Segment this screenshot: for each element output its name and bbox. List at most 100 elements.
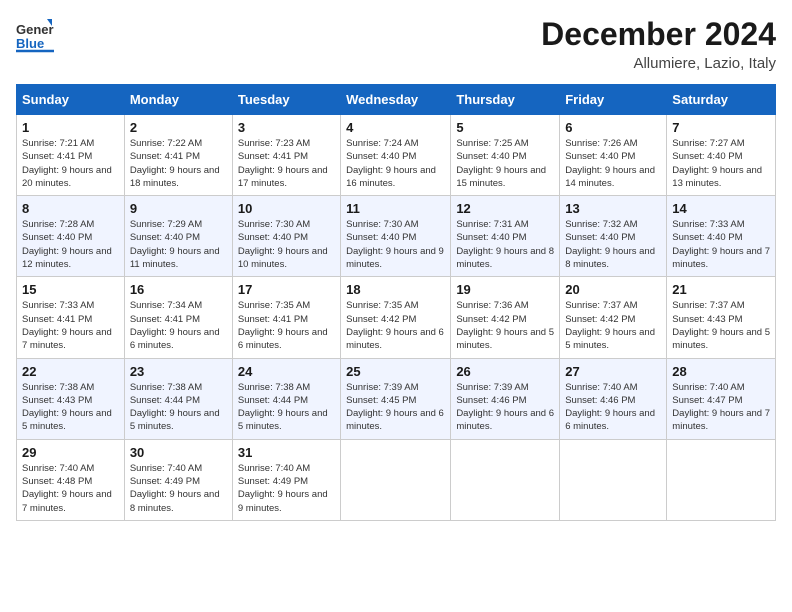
week-row-3: 15 Sunrise: 7:33 AMSunset: 4:41 PMDayligh… xyxy=(17,277,776,358)
day-info: Sunrise: 7:37 AMSunset: 4:43 PMDaylight:… xyxy=(672,299,770,352)
calendar-cell: 7 Sunrise: 7:27 AMSunset: 4:40 PMDaylight… xyxy=(667,115,776,196)
day-info: Sunrise: 7:40 AMSunset: 4:47 PMDaylight:… xyxy=(672,381,770,434)
weekday-header-wednesday: Wednesday xyxy=(341,85,451,115)
day-info: Sunrise: 7:33 AMSunset: 4:41 PMDaylight:… xyxy=(22,299,119,352)
day-info: Sunrise: 7:33 AMSunset: 4:40 PMDaylight:… xyxy=(672,218,770,271)
logo-icon: General Blue xyxy=(16,16,54,54)
calendar-cell: 15 Sunrise: 7:33 AMSunset: 4:41 PMDayligh… xyxy=(17,277,125,358)
day-number: 6 xyxy=(565,120,661,135)
day-info: Sunrise: 7:40 AMSunset: 4:49 PMDaylight:… xyxy=(238,462,335,515)
day-info: Sunrise: 7:31 AMSunset: 4:40 PMDaylight:… xyxy=(456,218,554,271)
calendar-cell: 14 Sunrise: 7:33 AMSunset: 4:40 PMDayligh… xyxy=(667,196,776,277)
calendar-cell: 22 Sunrise: 7:38 AMSunset: 4:43 PMDayligh… xyxy=(17,358,125,439)
day-number: 25 xyxy=(346,364,445,379)
week-row-5: 29 Sunrise: 7:40 AMSunset: 4:48 PMDayligh… xyxy=(17,439,776,520)
calendar-cell: 29 Sunrise: 7:40 AMSunset: 4:48 PMDayligh… xyxy=(17,439,125,520)
day-number: 30 xyxy=(130,445,227,460)
day-number: 10 xyxy=(238,201,335,216)
day-info: Sunrise: 7:30 AMSunset: 4:40 PMDaylight:… xyxy=(346,218,445,271)
day-info: Sunrise: 7:38 AMSunset: 4:43 PMDaylight:… xyxy=(22,381,119,434)
day-info: Sunrise: 7:40 AMSunset: 4:49 PMDaylight:… xyxy=(130,462,227,515)
day-info: Sunrise: 7:40 AMSunset: 4:48 PMDaylight:… xyxy=(22,462,119,515)
calendar-cell: 20Sunrise: 7:37 AMSunset: 4:42 PMDayligh… xyxy=(560,277,667,358)
weekday-header-tuesday: Tuesday xyxy=(232,85,340,115)
calendar-cell: 13 Sunrise: 7:32 AMSunset: 4:40 PMDayligh… xyxy=(560,196,667,277)
day-number: 5 xyxy=(456,120,554,135)
calendar-cell: 25 Sunrise: 7:39 AMSunset: 4:45 PMDayligh… xyxy=(341,358,451,439)
day-number: 1 xyxy=(22,120,119,135)
day-info: Sunrise: 7:23 AMSunset: 4:41 PMDaylight:… xyxy=(238,137,335,190)
day-info: Sunrise: 7:37 AMSunset: 4:42 PMDaylight:… xyxy=(565,299,661,352)
day-number: 8 xyxy=(22,201,119,216)
calendar-cell: 31 Sunrise: 7:40 AMSunset: 4:49 PMDayligh… xyxy=(232,439,340,520)
day-number: 4 xyxy=(346,120,445,135)
weekday-header-row: SundayMondayTuesdayWednesdayThursdayFrid… xyxy=(17,85,776,115)
calendar-cell: 16Sunrise: 7:34 AMSunset: 4:41 PMDayligh… xyxy=(124,277,232,358)
svg-text:Blue: Blue xyxy=(16,36,44,51)
day-info: Sunrise: 7:24 AMSunset: 4:40 PMDaylight:… xyxy=(346,137,445,190)
day-info: Sunrise: 7:34 AMSunset: 4:41 PMDaylight:… xyxy=(130,299,227,352)
calendar-cell: 2 Sunrise: 7:22 AMSunset: 4:41 PMDaylight… xyxy=(124,115,232,196)
day-number: 15 xyxy=(22,282,119,297)
calendar-cell: 17 Sunrise: 7:35 AMSunset: 4:41 PMDayligh… xyxy=(232,277,340,358)
title-block: December 2024 Allumiere, Lazio, Italy xyxy=(541,16,776,72)
day-number: 2 xyxy=(130,120,227,135)
day-number: 17 xyxy=(238,282,335,297)
day-info: Sunrise: 7:38 AMSunset: 4:44 PMDaylight:… xyxy=(238,381,335,434)
calendar-cell xyxy=(667,439,776,520)
weekday-header-sunday: Sunday xyxy=(17,85,125,115)
weekday-header-friday: Friday xyxy=(560,85,667,115)
day-number: 27 xyxy=(565,364,661,379)
day-number: 13 xyxy=(565,201,661,216)
day-number: 7 xyxy=(672,120,770,135)
day-info: Sunrise: 7:38 AMSunset: 4:44 PMDaylight:… xyxy=(130,381,227,434)
calendar-cell xyxy=(451,439,560,520)
day-info: Sunrise: 7:40 AMSunset: 4:46 PMDaylight:… xyxy=(565,381,661,434)
location: Allumiere, Lazio, Italy xyxy=(541,55,776,72)
calendar-cell: 12Sunrise: 7:31 AMSunset: 4:40 PMDayligh… xyxy=(451,196,560,277)
day-info: Sunrise: 7:25 AMSunset: 4:40 PMDaylight:… xyxy=(456,137,554,190)
day-number: 22 xyxy=(22,364,119,379)
day-number: 29 xyxy=(22,445,119,460)
calendar-cell: 1 Sunrise: 7:21 AMSunset: 4:41 PMDaylight… xyxy=(17,115,125,196)
day-number: 31 xyxy=(238,445,335,460)
page-header: General Blue December 2024 Allumiere, La… xyxy=(16,16,776,72)
day-info: Sunrise: 7:21 AMSunset: 4:41 PMDaylight:… xyxy=(22,137,119,190)
day-number: 26 xyxy=(456,364,554,379)
week-row-1: 1 Sunrise: 7:21 AMSunset: 4:41 PMDaylight… xyxy=(17,115,776,196)
calendar-cell: 26Sunrise: 7:39 AMSunset: 4:46 PMDayligh… xyxy=(451,358,560,439)
week-row-4: 22 Sunrise: 7:38 AMSunset: 4:43 PMDayligh… xyxy=(17,358,776,439)
calendar-cell xyxy=(341,439,451,520)
day-info: Sunrise: 7:36 AMSunset: 4:42 PMDaylight:… xyxy=(456,299,554,352)
weekday-header-saturday: Saturday xyxy=(667,85,776,115)
day-info: Sunrise: 7:22 AMSunset: 4:41 PMDaylight:… xyxy=(130,137,227,190)
calendar-cell: 5 Sunrise: 7:25 AMSunset: 4:40 PMDaylight… xyxy=(451,115,560,196)
day-info: Sunrise: 7:30 AMSunset: 4:40 PMDaylight:… xyxy=(238,218,335,271)
day-info: Sunrise: 7:39 AMSunset: 4:45 PMDaylight:… xyxy=(346,381,445,434)
day-info: Sunrise: 7:26 AMSunset: 4:40 PMDaylight:… xyxy=(565,137,661,190)
day-number: 9 xyxy=(130,201,227,216)
calendar-cell: 30 Sunrise: 7:40 AMSunset: 4:49 PMDayligh… xyxy=(124,439,232,520)
day-number: 14 xyxy=(672,201,770,216)
calendar-cell: 10 Sunrise: 7:30 AMSunset: 4:40 PMDayligh… xyxy=(232,196,340,277)
day-number: 21 xyxy=(672,282,770,297)
week-row-2: 8 Sunrise: 7:28 AMSunset: 4:40 PMDaylight… xyxy=(17,196,776,277)
calendar-table: SundayMondayTuesdayWednesdayThursdayFrid… xyxy=(16,84,776,521)
calendar-cell: 4 Sunrise: 7:24 AMSunset: 4:40 PMDaylight… xyxy=(341,115,451,196)
calendar-cell: 24Sunrise: 7:38 AMSunset: 4:44 PMDayligh… xyxy=(232,358,340,439)
weekday-header-monday: Monday xyxy=(124,85,232,115)
calendar-cell: 8 Sunrise: 7:28 AMSunset: 4:40 PMDaylight… xyxy=(17,196,125,277)
calendar-cell: 28Sunrise: 7:40 AMSunset: 4:47 PMDayligh… xyxy=(667,358,776,439)
day-info: Sunrise: 7:32 AMSunset: 4:40 PMDaylight:… xyxy=(565,218,661,271)
calendar-cell xyxy=(560,439,667,520)
day-number: 3 xyxy=(238,120,335,135)
day-number: 11 xyxy=(346,201,445,216)
day-info: Sunrise: 7:27 AMSunset: 4:40 PMDaylight:… xyxy=(672,137,770,190)
calendar-body: 1 Sunrise: 7:21 AMSunset: 4:41 PMDaylight… xyxy=(17,115,776,521)
day-info: Sunrise: 7:28 AMSunset: 4:40 PMDaylight:… xyxy=(22,218,119,271)
calendar-cell: 19Sunrise: 7:36 AMSunset: 4:42 PMDayligh… xyxy=(451,277,560,358)
calendar-cell: 27 Sunrise: 7:40 AMSunset: 4:46 PMDayligh… xyxy=(560,358,667,439)
day-info: Sunrise: 7:35 AMSunset: 4:41 PMDaylight:… xyxy=(238,299,335,352)
weekday-header-thursday: Thursday xyxy=(451,85,560,115)
calendar-cell: 6 Sunrise: 7:26 AMSunset: 4:40 PMDaylight… xyxy=(560,115,667,196)
